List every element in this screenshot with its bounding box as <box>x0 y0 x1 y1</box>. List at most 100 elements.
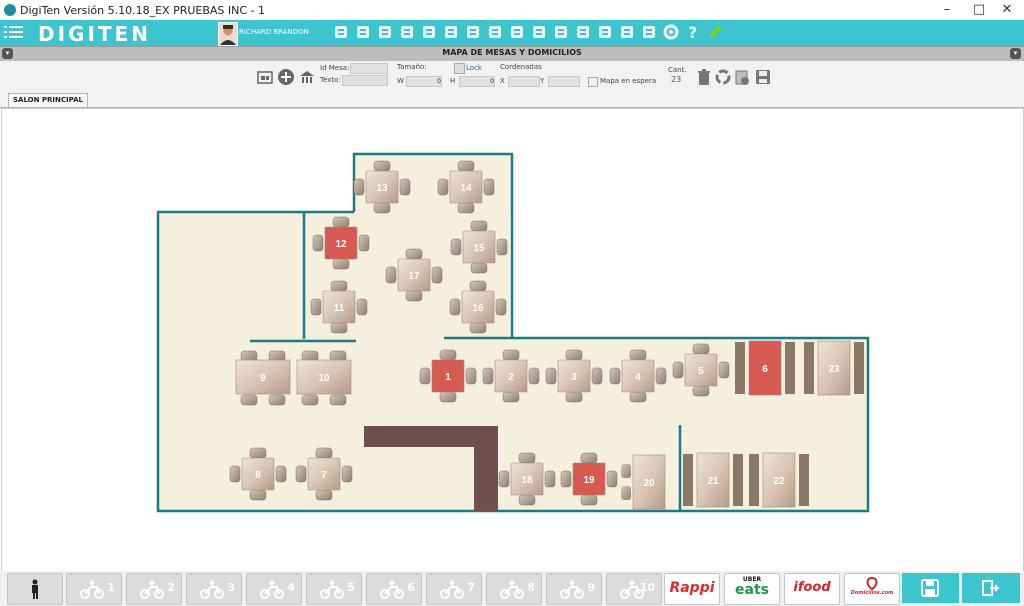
delivery-number: 5 <box>347 581 355 594</box>
report2-icon[interactable] <box>552 23 570 41</box>
delivery-number: 3 <box>227 581 235 594</box>
w-stepper[interactable]: 0 <box>406 76 442 87</box>
delivery-number: 7 <box>467 581 475 594</box>
texto-input[interactable] <box>342 75 388 86</box>
bottom-bar: 1 2 3 4 5 6 7 8 9 10 Rappi UBER eats ifood Domici… <box>0 571 1024 606</box>
motorbike-icon <box>440 580 464 599</box>
motorbike-icon <box>260 580 284 599</box>
delivery-icon[interactable] <box>574 23 592 41</box>
map-layout-icon[interactable] <box>256 68 274 86</box>
table-number: 13 <box>376 183 388 194</box>
delivery-button-2[interactable]: 2 <box>126 573 182 605</box>
hands-icon[interactable] <box>376 23 394 41</box>
delivery-button-7[interactable]: 7 <box>426 573 482 605</box>
save-map-icon[interactable] <box>754 68 772 86</box>
table-number: 6 <box>762 364 768 375</box>
delivery-number: 2 <box>167 581 175 594</box>
h-stepper[interactable]: 0 <box>459 76 495 87</box>
table-21[interactable]: 21 <box>683 452 743 508</box>
floppy-icon <box>921 579 939 597</box>
tag-icon[interactable] <box>398 23 416 41</box>
y-input[interactable] <box>548 76 580 87</box>
texto-label: Texto: <box>320 76 341 84</box>
waiter-hand-icon[interactable] <box>354 23 372 41</box>
table-number: 7 <box>321 470 327 481</box>
delivery-number: 6 <box>407 581 415 594</box>
add-area-icon[interactable] <box>298 68 316 86</box>
chart-icon[interactable] <box>596 23 614 41</box>
plug-icon[interactable] <box>706 23 724 41</box>
table-22[interactable]: 22 <box>749 452 809 508</box>
delivery-button-4[interactable]: 4 <box>246 573 302 605</box>
invoice-icon[interactable] <box>508 23 526 41</box>
exit-icon <box>982 580 1000 596</box>
waiter-button[interactable] <box>7 573 63 605</box>
window-titlebar: DigiTen Versión 5.10.18_EX PRUEBAS INC -… <box>0 0 1024 20</box>
exit-button[interactable] <box>962 573 1020 603</box>
uber-eats-button[interactable]: UBER eats <box>724 573 780 605</box>
gear-icon[interactable] <box>662 23 680 41</box>
delivery-button-8[interactable]: 8 <box>486 573 542 605</box>
settings-doc-icon[interactable] <box>733 68 751 86</box>
table-number: 21 <box>707 476 719 487</box>
table-6[interactable]: 6 <box>735 340 795 396</box>
rappi-button[interactable]: Rappi <box>664 573 720 605</box>
delivery-button-10[interactable]: 10 <box>606 573 662 605</box>
table-number: 18 <box>521 475 533 486</box>
photo-icon[interactable] <box>640 23 658 41</box>
section-title: MAPA DE MESAS Y DOMICILIOS <box>442 48 582 57</box>
lock-checkbox[interactable] <box>454 63 465 74</box>
table-number: 3 <box>571 372 577 383</box>
add-table-icon[interactable] <box>277 68 295 86</box>
report-icon[interactable] <box>530 23 548 41</box>
y-label: Y <box>540 77 545 85</box>
trash-icon[interactable] <box>695 68 713 86</box>
delivery-button-5[interactable]: 5 <box>306 573 362 605</box>
x-input[interactable] <box>508 76 540 87</box>
app-logo: DIGITEN <box>38 22 151 46</box>
cart-icon[interactable] <box>420 23 438 41</box>
refresh-icon[interactable] <box>714 68 732 86</box>
section-strip: ▾ MAPA DE MESAS Y DOMICILIOS ▾ <box>0 46 1024 62</box>
delivery-button-1[interactable]: 1 <box>66 573 122 605</box>
id-mesa-label: Id Mesa: <box>320 64 350 72</box>
map-toolbar: Id Mesa: Texto: Tamaño: Lock W 0 H 0 Cor… <box>0 61 1024 91</box>
delivery-number: 4 <box>287 581 295 594</box>
document-icon[interactable] <box>442 23 460 41</box>
close-icon[interactable]: ✕ <box>990 0 1024 20</box>
cart-add-icon[interactable] <box>464 23 482 41</box>
menu-icon[interactable] <box>4 24 24 42</box>
domicilios-button[interactable]: Domicilios.com <box>844 573 900 605</box>
delivery-button-6[interactable]: 6 <box>366 573 422 605</box>
delivery-button-9[interactable]: 9 <box>546 573 602 605</box>
window-title: DigiTen Versión 5.10.18_EX PRUEBAS INC -… <box>20 4 266 17</box>
ifood-button[interactable]: ifood <box>784 573 840 605</box>
id-mesa-input[interactable] <box>350 63 388 74</box>
expand-icon[interactable]: ▾ <box>1010 48 1021 59</box>
delivery-button-3[interactable]: 3 <box>186 573 242 605</box>
domicilios-logo: Domicilios.com <box>850 590 894 596</box>
domicilios-pin-icon <box>866 577 878 590</box>
tab-row <box>0 91 1024 108</box>
waiting-map-label: Mapa en espera <box>600 77 657 85</box>
box-icon[interactable] <box>486 23 504 41</box>
register-icon[interactable] <box>332 23 350 41</box>
table-number: 10 <box>318 373 330 384</box>
table-number: 8 <box>255 470 261 481</box>
waiting-map-checkbox[interactable] <box>588 77 598 87</box>
svg-text:?: ? <box>688 23 697 41</box>
save-button[interactable] <box>902 573 959 603</box>
table-number: 20 <box>643 478 655 489</box>
table-23[interactable]: 23 <box>804 340 864 396</box>
motorbike-icon <box>320 580 344 599</box>
delivery-number: 8 <box>527 581 535 594</box>
tab-salon-principal[interactable]: SALON PRINCIPAL <box>8 93 89 107</box>
table-number: 14 <box>460 183 472 194</box>
table-number: 1 <box>445 372 451 383</box>
cant-label: Cant. <box>668 66 687 74</box>
users-icon[interactable] <box>618 23 636 41</box>
help-icon[interactable]: ? <box>684 23 702 41</box>
minimize-icon[interactable]: – <box>930 0 964 20</box>
user-name: RICHARD BRANDON <box>239 28 309 36</box>
motorbike-icon <box>380 580 404 599</box>
